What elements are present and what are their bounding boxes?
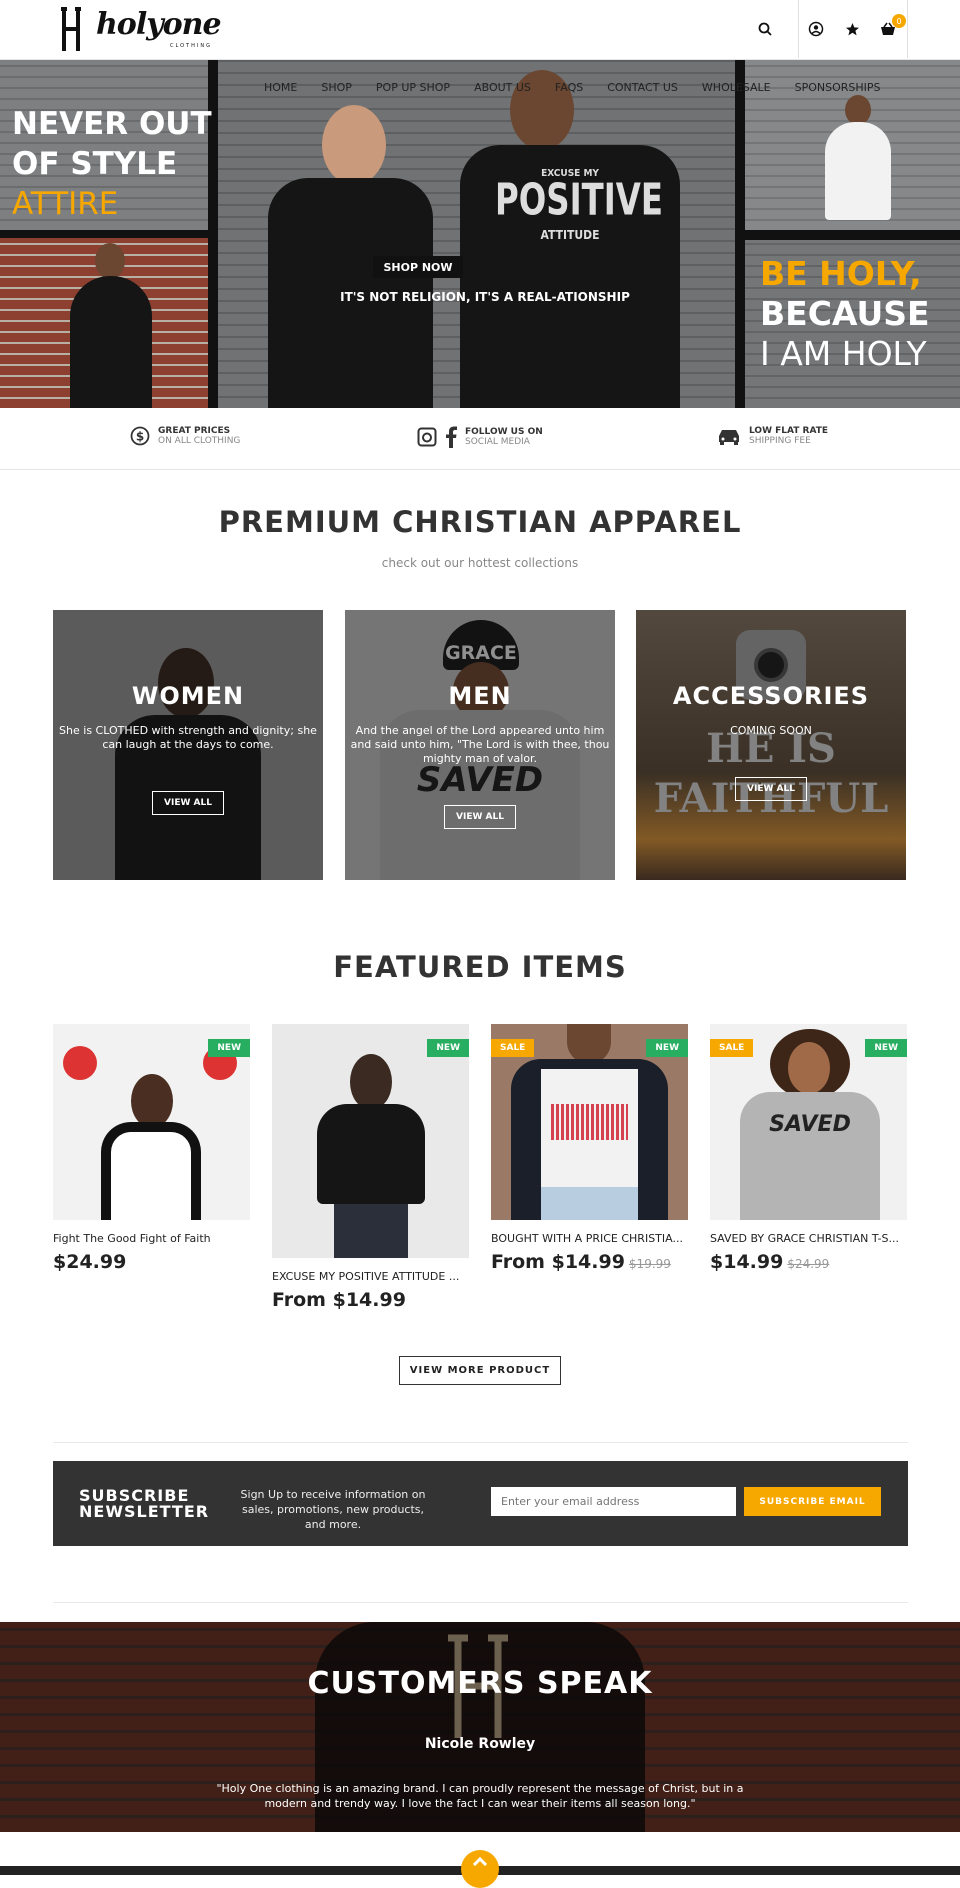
new-badge: NEW [646,1039,688,1057]
collection-title: WOMEN [131,682,245,710]
old-price: $24.99 [787,1257,830,1271]
new-badge: NEW [865,1039,907,1057]
product-image[interactable]: NEW [272,1024,469,1258]
main-nav: HOME SHOP POP UP SHOP ABOUT US FAQS CONT… [264,81,881,94]
dollar-icon: $ [130,426,150,446]
newsletter-description: Sign Up to receive information on sales,… [240,1488,426,1531]
nav-item-shop[interactable]: SHOP [321,81,352,94]
collection-title: ACCESSORIES [672,682,870,710]
logo[interactable]: holyone CLOTHING [58,5,222,53]
newsletter-bar: SUBSCRIBE NEWSLETTER Sign Up to receive … [53,1461,908,1546]
logo-sub: CLOTHING [170,43,212,49]
instagram-icon[interactable] [417,427,437,447]
sale-badge: SALE [710,1039,754,1057]
header-divider [907,0,908,58]
product-card[interactable]: SALE NEW BOUGHT WITH A PRICE CHRISTIA...… [491,1024,688,1273]
product-card[interactable]: SAVED SALE NEW SAVED BY GRACE CHRISTIAN … [710,1024,907,1273]
old-price: $19.99 [628,1257,671,1271]
testimonial-author: Nicole Rowley [424,1736,536,1752]
barcode-print [551,1104,628,1140]
shirt-print-line: POSITIVE [495,175,663,226]
header-divider [798,0,799,58]
newsletter-title: SUBSCRIBE NEWSLETTER [79,1486,210,1521]
email-input[interactable] [491,1487,736,1516]
collection-card-men[interactable]: GRACE SAVED MEN And the angel of the Lor… [345,610,615,880]
model-figure [101,1122,201,1220]
view-all-button[interactable]: VIEW ALL [735,777,807,801]
features-strip: $ GREAT PRICES ON ALL CLOTHING FOLLOW US … [0,408,960,470]
wishlist-star-icon[interactable] [841,18,863,40]
view-all-button[interactable]: VIEW ALL [444,805,516,829]
search-icon[interactable] [754,18,776,40]
product-price: From $14.99 [272,1289,406,1311]
product-name[interactable]: EXCUSE MY POSITIVE ATTITUDE ... [272,1270,469,1283]
product-image[interactable]: SALE NEW [491,1024,688,1220]
feature-shipping: LOW FLAT RATE SHIPPING FEE [717,426,828,446]
shirt-print: SAVED [769,1112,851,1137]
testimonial-quote: "Holy One clothing is an amazing brand. … [216,1782,744,1810]
shirt-print-line: ATTITUDE [540,228,600,242]
boxing-glove [63,1046,97,1080]
nav-item-wholesale[interactable]: WHOLESALE [702,81,771,94]
hero-right-headline: BE HOLY, BECAUSE I AM HOLY [760,254,930,373]
account-icon[interactable] [805,18,827,40]
collections-subtitle: check out our hottest collections [381,556,579,570]
collection-card-accessories[interactable]: HE IS FAITHFUL ACCESSORIES COMING SOON V… [636,610,906,880]
collection-title: MEN [448,682,512,710]
product-price: $14.99 $24.99 [710,1251,830,1273]
hero-tagline: IT'S NOT RELIGION, IT'S A REAL-ATIONSHIP [340,290,630,304]
featured-title: FEATURED ITEMS [333,950,627,984]
nav-item-pop-up-shop[interactable]: POP UP SHOP [376,81,450,94]
woman-head [322,105,386,185]
back-to-top-button[interactable] [461,1850,499,1888]
product-card[interactable]: NEW Fight The Good Fight of Faith $24.99 [53,1024,250,1273]
man-figure [70,276,152,408]
view-more-product-button[interactable]: VIEW MORE PRODUCT [399,1356,561,1385]
hero-left-headline: NEVER OUT OF STYLE ATTIRE [12,106,212,222]
testimonials-section: CUSTOMERS SPEAK Nicole Rowley "Holy One … [0,1622,960,1832]
nav-item-home[interactable]: HOME [264,81,297,94]
facebook-icon[interactable] [445,426,457,448]
car-icon [719,430,739,445]
svg-text:$: $ [136,430,144,444]
nav-item-faqs[interactable]: FAQS [555,81,583,94]
new-badge: NEW [427,1039,469,1057]
collection-description: And the angel of the Lord appeared unto … [350,724,610,765]
logo-mark-icon [61,7,81,51]
product-price: $24.99 [53,1251,127,1273]
sale-badge: SALE [491,1039,535,1057]
nav-item-sponsorships[interactable]: SPONSORSHIPS [795,81,881,94]
product-name[interactable]: Fight The Good Fight of Faith [53,1232,250,1245]
collection-description: COMING SOON [730,724,812,737]
site-header: holyone CLOTHING 0 [0,0,960,60]
nav-item-contact-us[interactable]: CONTACT US [607,81,678,94]
product-name[interactable]: SAVED BY GRACE CHRISTIAN T-S... [710,1232,907,1245]
chevron-up-icon [473,1856,487,1866]
product-price: From $14.99 $19.99 [491,1251,671,1273]
product-image[interactable]: NEW [53,1024,250,1220]
collection-description: She is CLOTHED with strength and dignity… [59,724,317,751]
logo-word: holyone [96,7,222,42]
hero-left-panel-bottom [0,238,208,408]
subscribe-email-button[interactable]: SUBSCRIBE EMAIL [744,1487,881,1516]
divider [53,1602,908,1603]
divider [53,1442,908,1443]
cart-count-badge: 0 [892,14,906,28]
product-card[interactable]: NEW EXCUSE MY POSITIVE ATTITUDE ... From… [272,1024,469,1311]
feature-great-prices: $ GREAT PRICES ON ALL CLOTHING [130,426,240,446]
product-name[interactable]: BOUGHT WITH A PRICE CHRISTIA... [491,1232,688,1245]
shop-now-button[interactable]: SHOP NOW [373,256,463,278]
feature-social[interactable]: FOLLOW US ON SOCIAL MEDIA [417,426,543,448]
view-all-button[interactable]: VIEW ALL [152,791,224,815]
product-image[interactable]: SAVED SALE NEW [710,1024,907,1220]
collections-title: PREMIUM CHRISTIAN APPAREL [218,505,742,539]
new-badge: NEW [208,1039,250,1057]
hero-banner[interactable]: EXCUSE MY POSITIVE ATTITUDE NEVER OUT OF… [0,60,960,408]
collection-card-women[interactable]: WOMEN She is CLOTHED with strength and d… [53,610,323,880]
model-figure [317,1104,425,1204]
nav-item-about-us[interactable]: ABOUT US [474,81,531,94]
woman-figure [825,122,891,220]
testimonials-title: CUSTOMERS SPEAK [307,1666,653,1701]
